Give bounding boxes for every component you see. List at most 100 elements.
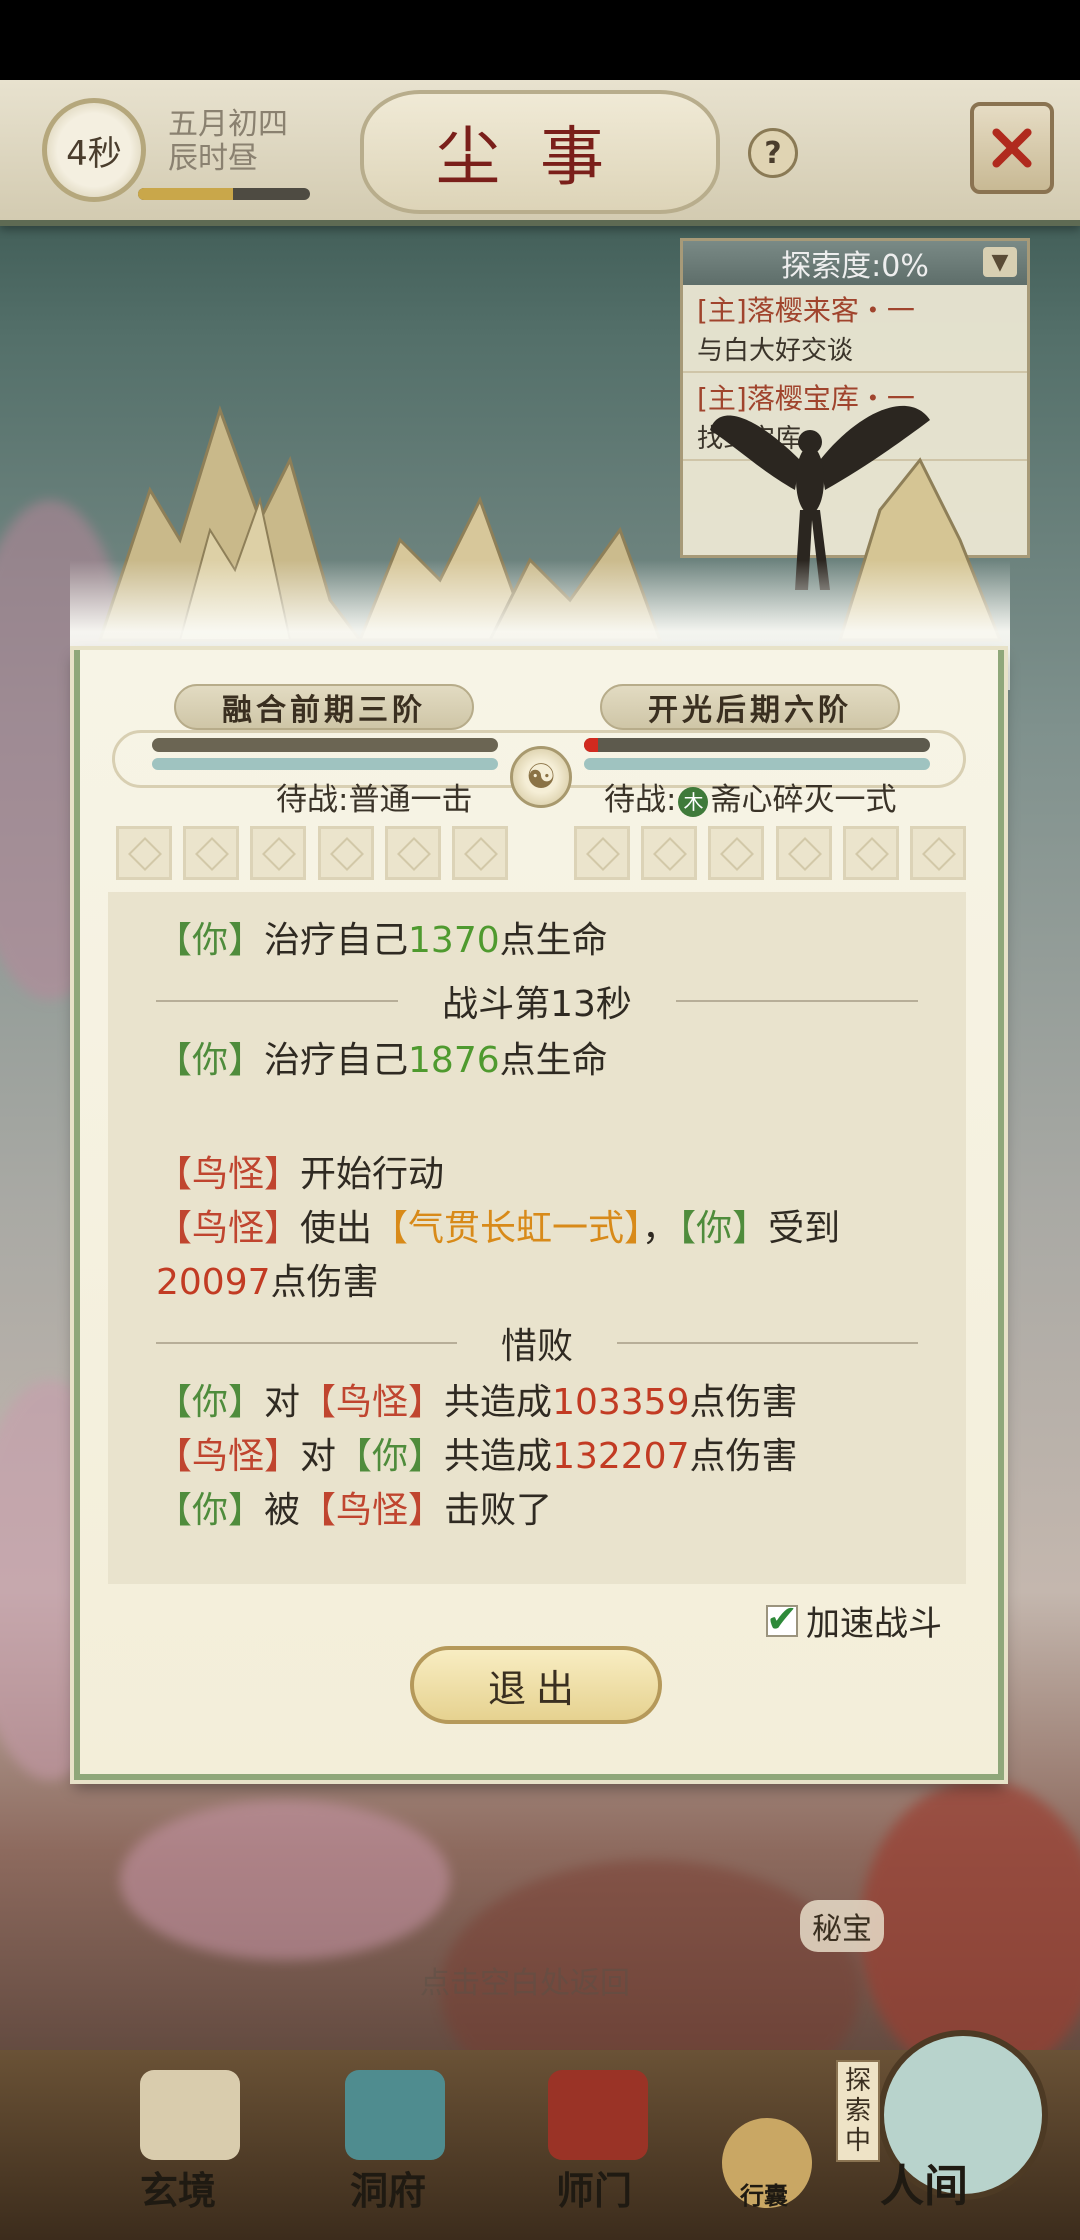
enemy-realm: 开光后期六阶 (600, 684, 900, 730)
log-line: 【鸟怪】使出【气贯长虹一式】，【你】受到 (156, 1202, 918, 1256)
chevron-down-icon[interactable]: ▼ (983, 247, 1017, 277)
quest-title: [主]落樱来客・一 (697, 294, 915, 327)
log-line: 【你】治疗自己1876点生命 (156, 1034, 918, 1088)
log-line: 【你】对【鸟怪】共造成103359点伤害 (156, 1376, 918, 1430)
log-line: 【你】治疗自己1370点生命 (156, 914, 918, 968)
player-buff-slot (452, 826, 508, 880)
log-text: 对 (264, 1382, 301, 1423)
log-text: 点伤害 (689, 1382, 798, 1423)
player-tag: 【你】 (336, 1436, 445, 1477)
timer-badge: 4秒 (42, 98, 146, 202)
player-hp-fill (152, 738, 498, 752)
battle-second-label: 战斗第13秒 (442, 984, 632, 1025)
date-line-1: 五月初四 (168, 107, 288, 142)
nav-item-dongfu[interactable]: 洞府 (350, 2160, 426, 2215)
enemy-ready-prefix: 待战: (604, 782, 677, 818)
enemy-ready-skill: 待战: 木斋心碎灭一式 (604, 774, 896, 819)
heal-amount: 1876 (408, 1040, 500, 1081)
enemy-hp-fill (584, 738, 598, 752)
player-buff-slot (318, 826, 374, 880)
cave-dwelling-icon[interactable] (345, 2070, 445, 2160)
battle-log[interactable]: 【你】治疗自己1370点生命 战斗第13秒 【你】治疗自己1876点生命 【鸟怪… (108, 892, 966, 1584)
enemy-buff-slot (574, 826, 630, 880)
enemy-buff-slot (708, 826, 764, 880)
skill-name: 【气贯长虹一式】 (372, 1208, 643, 1249)
log-text: 开始行动 (300, 1154, 445, 1195)
log-text: 点伤害 (270, 1262, 379, 1303)
log-text: 治疗自己 (264, 1040, 409, 1081)
log-text: 点生命 (499, 920, 608, 961)
nav-item-xuanjing[interactable]: 玄境 (140, 2160, 216, 2215)
enemy-hp-bar (584, 738, 930, 752)
quest-panel-header[interactable]: 探索度:0% ▼ (683, 241, 1027, 285)
log-line: 【你】被【鸟怪】击败了 (156, 1484, 918, 1538)
enemy-tag: 【鸟怪】 (156, 1436, 301, 1477)
enemy-buff-slot (776, 826, 832, 880)
time-progress-bar (138, 188, 310, 200)
date-line-2: 辰时昼 (168, 141, 258, 176)
player-tag: 【你】 (156, 1040, 265, 1081)
log-divider: 惜败 (156, 1310, 919, 1376)
damage-amount: 103359 (552, 1382, 690, 1423)
exit-button[interactable]: 退出 (410, 1646, 662, 1724)
nav-item-renjian[interactable]: 人间 (880, 2150, 968, 2214)
player-buff-slot (385, 826, 441, 880)
enemy-ready-skill-name: 斋心碎灭一式 (710, 782, 897, 818)
player-buff-slot (116, 826, 172, 880)
sect-banner-icon[interactable] (548, 2070, 648, 2160)
player-buff-slot (183, 826, 239, 880)
log-spacer (156, 1088, 918, 1148)
player-mp-fill (152, 758, 498, 770)
log-text: ， (642, 1208, 679, 1249)
log-text: 对 (300, 1436, 337, 1477)
player-tag: 【你】 (156, 1490, 265, 1531)
damage-amount: 132207 (552, 1436, 690, 1477)
log-text: 点生命 (499, 1040, 608, 1081)
treasure-tag[interactable]: 秘宝 (800, 1900, 884, 1952)
enemy-tag: 【鸟怪】 (156, 1208, 301, 1249)
explore-progress: 探索度:0% (781, 249, 929, 284)
game-date: 五月初四 辰时昼 (168, 108, 288, 176)
enemy-tag: 【鸟怪】 (300, 1382, 445, 1423)
help-icon[interactable]: ? (748, 128, 798, 178)
player-tag: 【你】 (156, 1382, 265, 1423)
log-line: 【鸟怪】开始行动 (156, 1148, 918, 1202)
heal-amount: 1370 (408, 920, 500, 961)
speed-battle-label: 加速战斗 (806, 1604, 942, 1644)
log-text: 治疗自己 (264, 920, 409, 961)
enemy-buff-slot (910, 826, 966, 880)
checkbox-icon[interactable] (766, 1597, 798, 1641)
log-text: 被 (264, 1490, 301, 1531)
log-line: 20097点伤害 (156, 1256, 918, 1310)
tap-to-return-hint: 点击空白处返回 (420, 1966, 630, 2001)
exploring-badge: 探索中 (836, 2060, 880, 2162)
enemy-mp-fill (584, 758, 930, 770)
yinyang-icon: ☯ (510, 746, 572, 808)
enemy-tag: 【鸟怪】 (300, 1490, 445, 1531)
log-text: 点伤害 (689, 1436, 798, 1477)
log-text: 击败了 (444, 1490, 553, 1531)
speed-battle-checkbox[interactable]: 加速战斗 (766, 1596, 942, 1645)
enemy-buff-slot (843, 826, 899, 880)
log-divider: 战斗第13秒 (156, 968, 918, 1034)
enemy-buff-slot (641, 826, 697, 880)
battle-result: 惜败 (501, 1326, 574, 1367)
wood-element-icon: 木 (678, 786, 709, 817)
log-text: 共造成 (444, 1436, 553, 1477)
player-tag: 【你】 (678, 1208, 769, 1249)
close-icon[interactable] (970, 102, 1054, 194)
player-ready-skill: 待战:普通一击 (276, 782, 473, 818)
player-tag: 【你】 (156, 920, 265, 961)
time-progress-fill (138, 188, 233, 200)
damage-amount: 20097 (156, 1262, 271, 1303)
page-title: 尘事 (360, 90, 720, 214)
log-line: 【鸟怪】对【你】共造成132207点伤害 (156, 1430, 918, 1484)
log-text: 共造成 (444, 1382, 553, 1423)
scroll-icon[interactable] (140, 2070, 240, 2160)
player-realm: 融合前期三阶 (174, 684, 474, 730)
enemy-tag: 【鸟怪】 (156, 1154, 301, 1195)
cherry-blossom-bottom (120, 1800, 450, 1960)
player-mp-bar (152, 758, 498, 770)
nav-item-xingnang[interactable]: 行囊 (740, 2176, 788, 2211)
nav-item-shimen[interactable]: 师门 (556, 2160, 632, 2215)
